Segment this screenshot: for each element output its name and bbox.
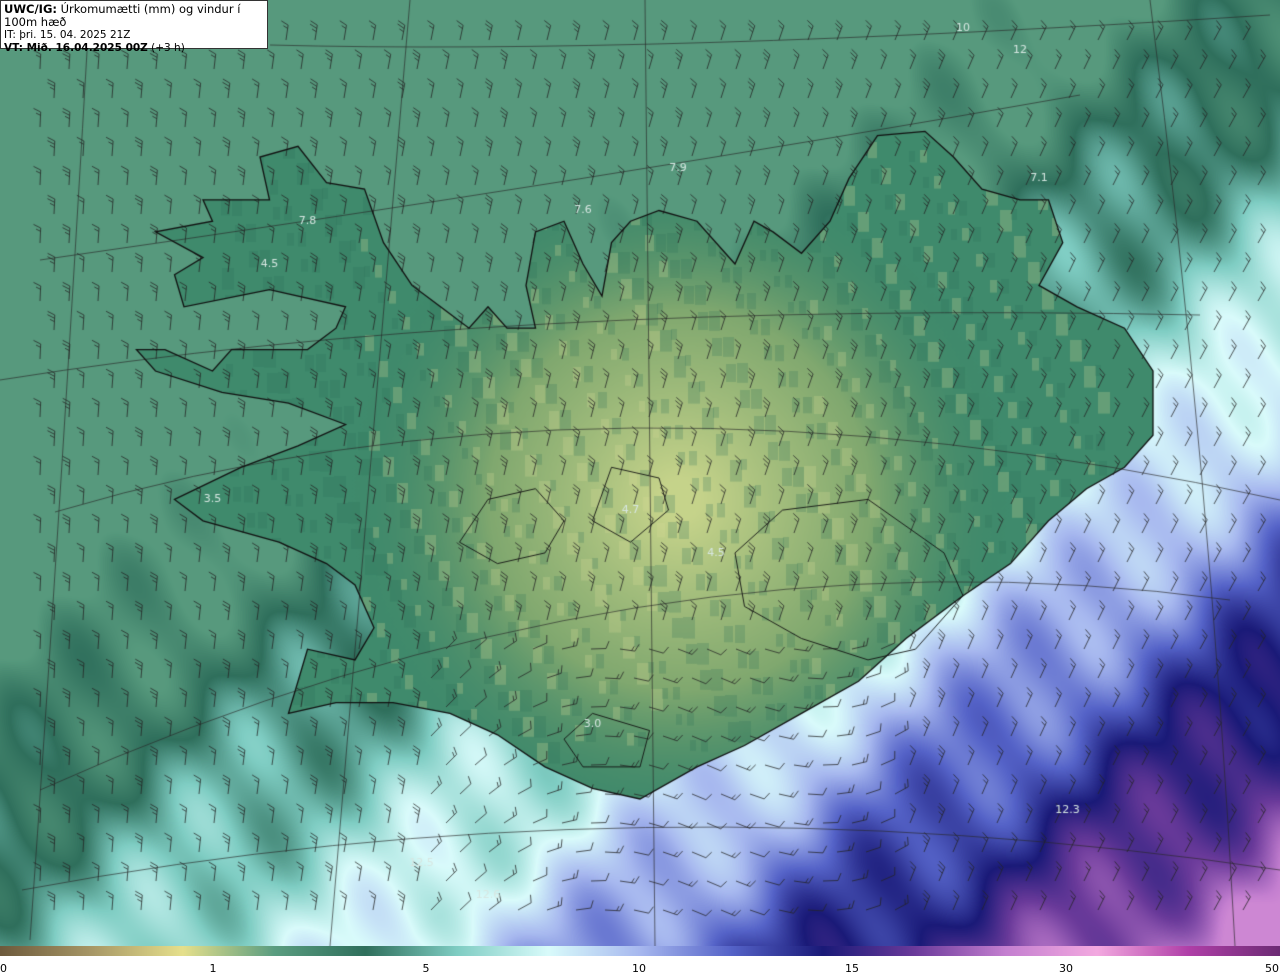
colorbar-labels: 0 1 5 10 15 30 50 xyxy=(0,960,1280,978)
colorbar-tick-1: 1 xyxy=(209,962,217,975)
colorbar-tick-0: 0 xyxy=(0,962,7,975)
init-time: þri. 15. 04. 2025 21Z xyxy=(15,29,131,41)
valid-label: VT: xyxy=(4,42,23,54)
colorbar-tick-4: 15 xyxy=(845,962,859,975)
valid-time: Mið. 16.04.2025 00Z xyxy=(22,42,148,54)
lead-time: (+3 h) xyxy=(147,42,185,54)
colorbar-tick-2: 5 xyxy=(422,962,430,975)
colorbar-tick-3: 10 xyxy=(632,962,646,975)
info-box: UWC/IG: Úrkomumætti (mm) og vindur í 100… xyxy=(0,0,268,54)
init-label: IT: xyxy=(4,29,16,41)
colorbar xyxy=(0,946,1280,956)
model-name: UWC/IG: xyxy=(4,2,57,16)
forecast-map xyxy=(0,0,1280,946)
colorbar-tick-6: 50 xyxy=(1265,962,1279,975)
colorbar-tick-5: 30 xyxy=(1059,962,1073,975)
